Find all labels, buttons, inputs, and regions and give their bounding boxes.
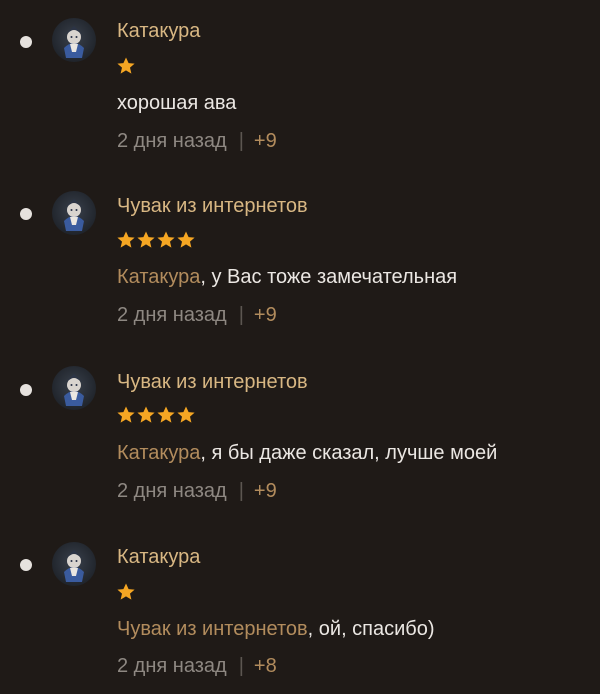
separator: | <box>238 304 244 326</box>
comment-meta: 2 дня назад | +9 <box>117 480 277 503</box>
rating-stars <box>116 405 196 425</box>
comment: Катакура Чувак из интернетов, ой, спасиб… <box>0 524 600 694</box>
comment: Чувак из интернетов Катакура, у Вас тоже… <box>0 176 600 346</box>
timestamp: 2 дня назад <box>117 480 227 502</box>
star-icon <box>177 406 195 423</box>
author-name[interactable]: Чувак из интернетов <box>117 195 308 218</box>
vote-count[interactable]: +9 <box>254 480 277 502</box>
comment-text: Катакура, у Вас тоже замечательная <box>117 266 457 289</box>
star-icon <box>117 231 135 248</box>
author-name[interactable]: Катакура <box>117 546 200 569</box>
star-icon <box>117 406 135 423</box>
comment-body: , я бы даже сказал, лучше моей <box>200 442 498 464</box>
avatar[interactable] <box>52 191 96 235</box>
anime-character-avatar-icon <box>64 199 84 231</box>
thread-dot-icon[interactable] <box>20 559 32 571</box>
mention-link[interactable]: Чувак из интернетов <box>117 618 308 640</box>
mention-link[interactable]: Катакура <box>117 442 200 464</box>
star-icon <box>117 583 135 600</box>
thread-dot-icon[interactable] <box>20 384 32 396</box>
comment-text: Катакура, я бы даже сказал, лучше моей <box>117 442 497 465</box>
comment-meta: 2 дня назад | +8 <box>117 655 277 678</box>
star-icon <box>157 406 175 423</box>
comment-text: Чувак из интернетов, ой, спасибо) <box>117 618 435 641</box>
star-icon <box>117 57 135 74</box>
comment-body: , у Вас тоже замечательная <box>200 266 458 288</box>
avatar[interactable] <box>52 542 96 586</box>
anime-character-avatar-icon <box>64 550 84 582</box>
anime-character-avatar-icon <box>64 26 84 58</box>
thread-dot-icon[interactable] <box>20 208 32 220</box>
comment: Чувак из интернетов Катакура, я бы даже … <box>0 350 600 520</box>
separator: | <box>238 480 244 502</box>
vote-count[interactable]: +9 <box>254 130 277 152</box>
comment-body: хорошая ава <box>117 92 237 114</box>
separator: | <box>238 130 244 152</box>
avatar[interactable] <box>52 366 96 410</box>
star-icon <box>157 231 175 248</box>
vote-count[interactable]: +9 <box>254 304 277 326</box>
star-icon <box>137 231 155 248</box>
avatar[interactable] <box>52 18 96 62</box>
rating-stars <box>116 582 136 602</box>
comment-body: , ой, спасибо) <box>307 618 435 640</box>
timestamp: 2 дня назад <box>117 130 227 152</box>
anime-character-avatar-icon <box>64 374 84 406</box>
comment-meta: 2 дня назад | +9 <box>117 130 277 153</box>
comment-text: хорошая ава <box>117 92 236 115</box>
rating-stars <box>116 56 136 76</box>
thread-dot-icon[interactable] <box>20 36 32 48</box>
timestamp: 2 дня назад <box>117 304 227 326</box>
timestamp: 2 дня назад <box>117 655 227 677</box>
comment: Катакура хорошая ава 2 дня назад | +9 <box>0 0 600 170</box>
separator: | <box>238 655 244 677</box>
comment-meta: 2 дня назад | +9 <box>117 304 277 327</box>
mention-link[interactable]: Катакура <box>117 266 200 288</box>
author-name[interactable]: Чувак из интернетов <box>117 371 308 394</box>
author-name[interactable]: Катакура <box>117 20 200 43</box>
star-icon <box>137 406 155 423</box>
star-icon <box>177 231 195 248</box>
vote-count[interactable]: +8 <box>254 655 277 677</box>
rating-stars <box>116 230 196 250</box>
